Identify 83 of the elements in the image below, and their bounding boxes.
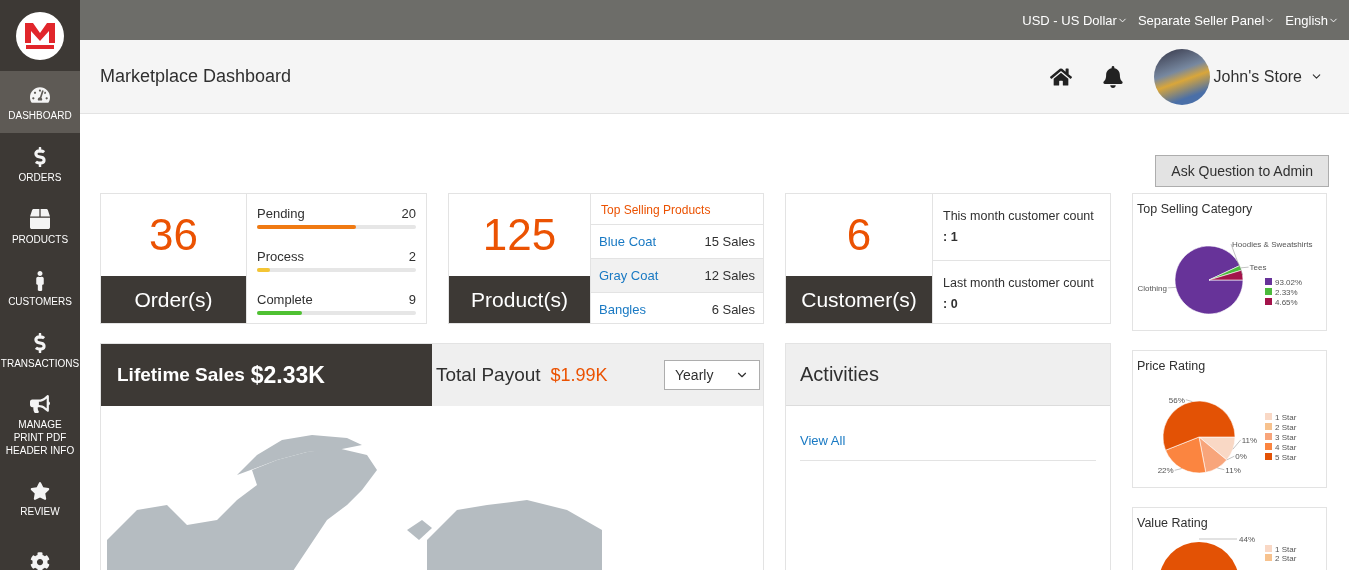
customers-label: Customer(s)	[786, 276, 932, 323]
sidebar-item[interactable]: ORDERS	[0, 133, 80, 195]
products-label: Product(s)	[449, 276, 590, 323]
period-select[interactable]: Yearly	[664, 360, 760, 390]
slice-label: 44%	[1198, 535, 1255, 544]
sidebar-item[interactable]: PRODUCTS	[0, 195, 80, 257]
slice-label: Tees	[1240, 263, 1267, 273]
page-title: Marketplace Dashboard	[100, 66, 293, 87]
customer-count-value: : 1	[943, 230, 958, 244]
activities-title: Activities	[786, 344, 1110, 406]
legend-item: 3 Star	[1265, 433, 1297, 442]
slice-label: 11%	[1232, 435, 1258, 450]
product-link[interactable]: Gray Coat	[599, 268, 659, 283]
slice-label: Tees	[1249, 263, 1267, 273]
status-count: 9	[408, 292, 416, 307]
legend-item: 4.65%	[1265, 298, 1298, 307]
gauge-icon	[30, 85, 50, 105]
bell-icon[interactable]	[1101, 65, 1124, 88]
legend-item: 4 Star	[1265, 443, 1297, 452]
legend-label: 3 Star	[1275, 433, 1297, 442]
slice-label: 22%	[1157, 466, 1182, 476]
home-icon[interactable]	[1049, 65, 1072, 88]
product-sales: 12 Sales	[704, 268, 755, 283]
sidebar-item[interactable]: MANAGE PRINT PDF HEADER INFO	[0, 381, 80, 467]
box-icon	[30, 209, 50, 229]
payout-label: Total Payout	[436, 364, 541, 386]
top-menu[interactable]: USD - US Dollar	[1022, 12, 1128, 28]
legend-item: 93.02%	[1265, 278, 1303, 287]
sidebar-item[interactable]: TRANSACTIONS	[0, 319, 80, 381]
data-label: 22%	[1157, 466, 1174, 476]
customer-count: 6	[845, 209, 873, 261]
legend-label: 2 Star	[1275, 423, 1297, 432]
chart-title: Value Rating	[1137, 516, 1209, 530]
slice-label: Hoodies & Sweatshirts	[1232, 240, 1313, 249]
top-menu[interactable]: English	[1285, 12, 1339, 28]
sidebar-item[interactable]: CUSTOMERS	[0, 257, 80, 319]
legend-label: 4 Star	[1275, 443, 1297, 452]
product-link[interactable]: Bangles	[599, 302, 646, 317]
lifetime-sales-label: Lifetime Sales	[117, 364, 245, 386]
legend-item: 1 Star	[1265, 545, 1297, 554]
payout-value: $1.99K	[550, 364, 609, 386]
top-menu[interactable]: Separate Seller Panel	[1137, 12, 1276, 28]
store-menu[interactable]: John's Store	[1213, 67, 1323, 86]
settings-icon	[30, 551, 50, 570]
legend-label: 1 Star	[1275, 413, 1297, 422]
slice-label: Clothing	[1137, 283, 1177, 293]
logo-icon[interactable]	[16, 11, 64, 60]
orders-label: Order(s)	[101, 276, 246, 323]
status-name: Pending	[257, 206, 305, 221]
sidebar-item[interactable]: REVIEW	[0, 467, 80, 529]
view-all-link[interactable]: View All	[800, 426, 1096, 461]
data-label: 11%	[1225, 465, 1241, 475]
slice-label: 56%	[1168, 395, 1193, 405]
product-sales: 15 Sales	[704, 234, 755, 249]
legend-item: 2 Star	[1265, 423, 1297, 432]
slice-label: Clothing	[1137, 283, 1167, 293]
order-count: 36	[148, 209, 199, 261]
legend-item: 2.33%	[1265, 288, 1298, 297]
star-icon	[30, 481, 50, 501]
status-count: 20	[401, 206, 416, 221]
slice-label: 0%	[1226, 452, 1247, 462]
product-link[interactable]: Blue Coat	[599, 234, 657, 249]
customer-count-label: Last month customer count	[943, 275, 1095, 292]
slice-label: 11%	[1217, 465, 1241, 475]
sidebar-item[interactable]: DASHBOARD	[0, 71, 80, 133]
megaphone-icon	[30, 394, 50, 414]
status-count: 2	[408, 249, 416, 264]
ask-admin-button[interactable]: Ask Question to Admin	[1155, 155, 1329, 187]
legend-item: 2 Star	[1265, 554, 1297, 563]
status-name: Process	[257, 249, 304, 264]
product-count: 125	[481, 209, 558, 261]
legend-item: 5 Star	[1265, 453, 1297, 462]
product-sales: 6 Sales	[711, 302, 755, 317]
chart-title: Top Selling Category	[1137, 202, 1254, 216]
legend-label: 5 Star	[1275, 453, 1297, 462]
chart-title: Price Rating	[1137, 359, 1207, 373]
customer-count-value: : 0	[943, 297, 958, 311]
customer-count-label: This month customer count	[943, 208, 1095, 225]
legend-item: 1 Star	[1265, 413, 1297, 422]
data-label: 11%	[1241, 435, 1258, 445]
data-label: 56%	[1168, 395, 1185, 405]
lifetime-sales-value: $2.33K	[250, 361, 325, 389]
status-name: Complete	[257, 292, 313, 307]
